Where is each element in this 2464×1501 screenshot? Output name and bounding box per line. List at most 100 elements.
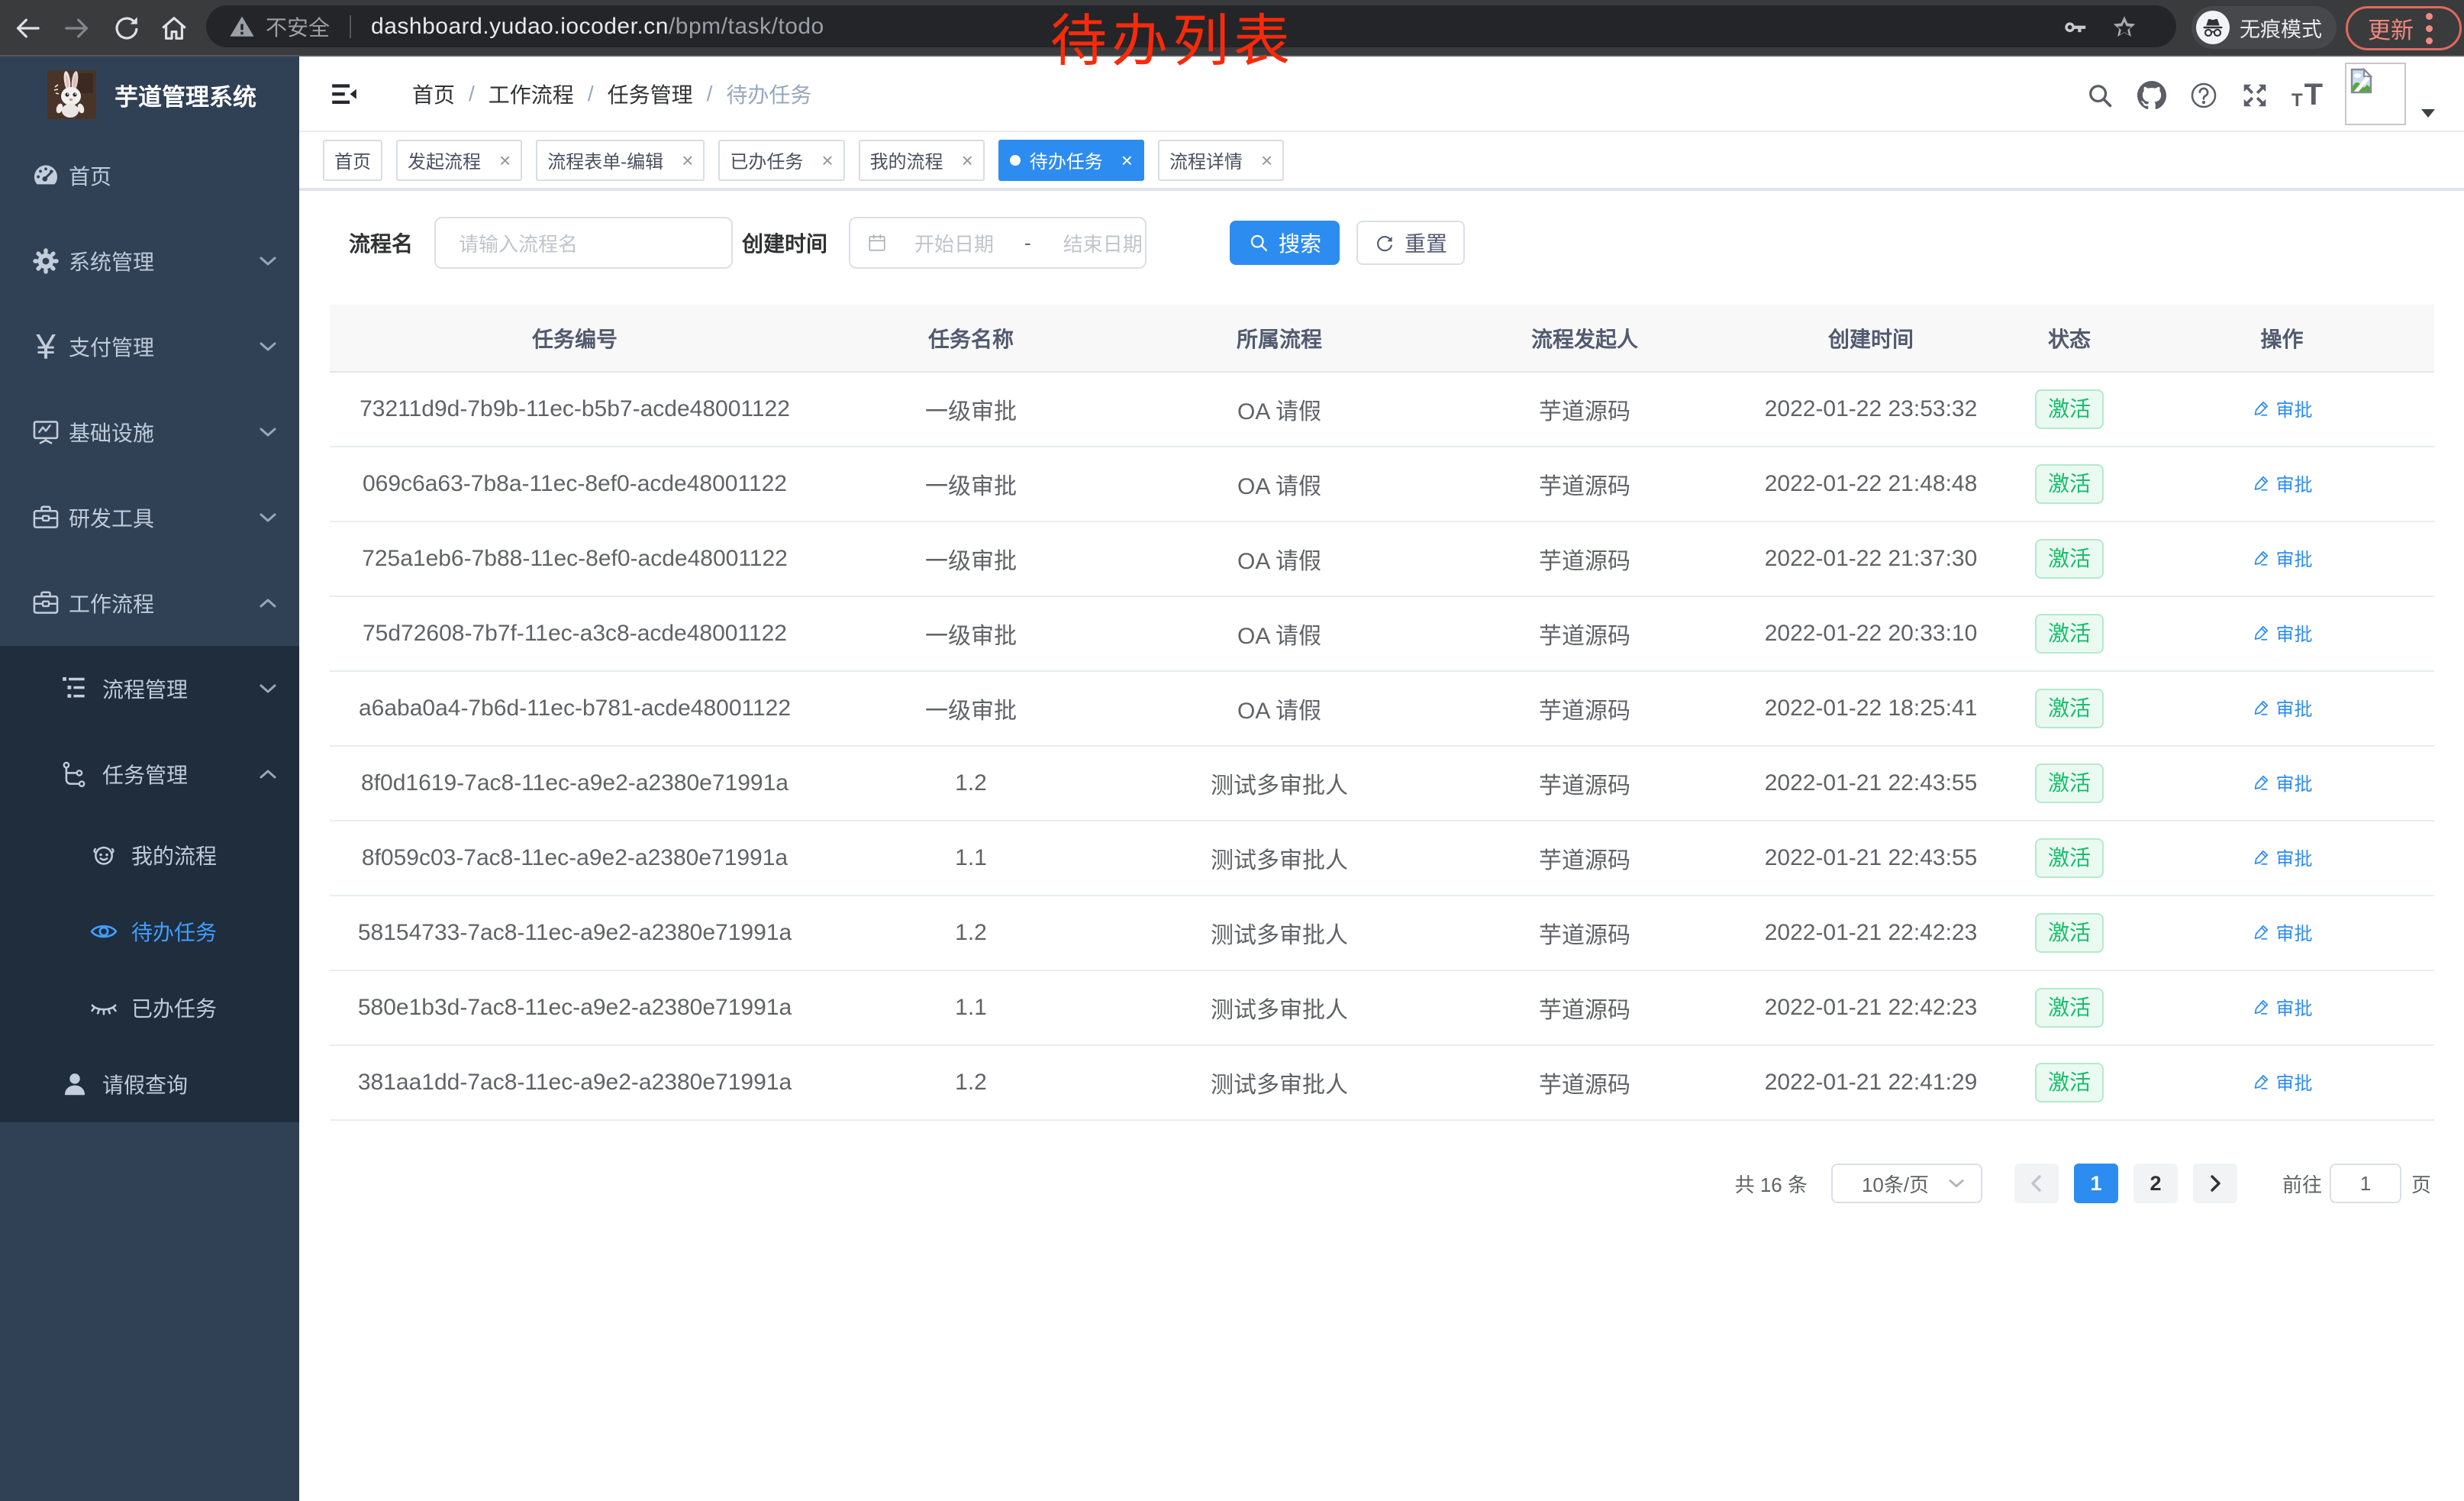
approve-link[interactable]: 审批 bbox=[2252, 619, 2313, 646]
url-text[interactable]: dashboard.yudao.iocoder.cn/bpm/task/todo bbox=[371, 14, 824, 40]
incognito-avatar bbox=[2196, 11, 2230, 44]
approve-edit-icon bbox=[2252, 998, 2270, 1016]
sidebar-item-workflow[interactable]: 工作流程 bbox=[0, 560, 299, 646]
incognito-label: 无痕模式 bbox=[2240, 13, 2322, 43]
cell-starter: 芋道源码 bbox=[1437, 821, 1733, 896]
header-fullscreen-button[interactable] bbox=[2240, 81, 2269, 110]
tab-home[interactable]: 首页 bbox=[323, 140, 382, 181]
bookmark-button[interactable] bbox=[2111, 13, 2138, 40]
cell-action: 审批 bbox=[2130, 372, 2434, 447]
kebab-dot bbox=[2426, 37, 2433, 44]
breadcrumb-separator: / bbox=[469, 82, 475, 106]
active-tag-dot bbox=[1010, 155, 1021, 166]
page-button-1[interactable]: 1 bbox=[2074, 1164, 2118, 1203]
security-label[interactable]: 不安全 bbox=[266, 11, 330, 42]
logo-rabbit-image bbox=[47, 70, 96, 119]
submenu-arrow-up-icon bbox=[258, 764, 278, 784]
sidebar-item-devtools[interactable]: 研发工具 bbox=[0, 475, 299, 560]
tab-my-process[interactable]: 我的流程× bbox=[859, 140, 985, 181]
header-help-button[interactable] bbox=[2189, 81, 2218, 110]
approve-link[interactable]: 审批 bbox=[2252, 918, 2313, 945]
reset-button[interactable]: 重置 bbox=[1356, 221, 1465, 265]
update-label[interactable]: 更新 bbox=[2368, 11, 2414, 45]
cell-task-id: 73211d9d-7b9b-11ec-b5b7-acde48001122 bbox=[330, 372, 820, 447]
column-header: 操作 bbox=[2130, 305, 2434, 372]
browser-toolbar: 不安全 dashboard.yudao.iocoder.cn/bpm/task/… bbox=[0, 0, 2464, 56]
not-secure-warning-icon bbox=[229, 14, 255, 40]
user-menu-caret-icon[interactable] bbox=[2421, 109, 2435, 118]
browser-update-menu[interactable]: 更新 bbox=[2346, 6, 2462, 50]
tag-close-icon[interactable]: × bbox=[682, 150, 693, 170]
home-icon bbox=[29, 159, 63, 192]
approve-link[interactable]: 审批 bbox=[2252, 1068, 2313, 1095]
header-github-button[interactable] bbox=[2137, 81, 2166, 110]
header-search-button[interactable] bbox=[2085, 81, 2114, 110]
infrastructure-icon bbox=[31, 418, 60, 447]
status-badge: 激活 bbox=[2035, 913, 2104, 953]
url-host: dashboard.yudao.iocoder.cn bbox=[371, 14, 669, 39]
status-badge: 激活 bbox=[2035, 838, 2104, 878]
table-row: 069c6a63-7b8a-11ec-8ef0-acde48001122 一级审… bbox=[330, 447, 2434, 521]
tag-close-icon[interactable]: × bbox=[1121, 150, 1133, 170]
search-button-label: 搜索 bbox=[1279, 228, 1321, 258]
page-button-2[interactable]: 2 bbox=[2133, 1164, 2178, 1203]
password-key-icon[interactable] bbox=[2062, 14, 2088, 40]
tag-close-icon[interactable]: × bbox=[1261, 150, 1272, 170]
process-name-input[interactable]: 请输入流程名 bbox=[434, 217, 733, 269]
approve-link[interactable]: 审批 bbox=[2252, 694, 2313, 721]
sidebar-toggle-button[interactable] bbox=[330, 79, 359, 108]
goto-label: 前往 bbox=[2282, 1170, 2322, 1198]
font-size-big-t: T bbox=[2304, 79, 2323, 110]
kebab-menu-icon[interactable] bbox=[2426, 13, 2433, 44]
date-range-picker[interactable]: 开始日期 - 结束日期 bbox=[849, 217, 1147, 269]
tab-start-process[interactable]: 发起流程× bbox=[396, 140, 522, 181]
sidebar-item-infra[interactable]: 基础设施 bbox=[0, 389, 299, 475]
browser-back-button[interactable] bbox=[10, 11, 45, 46]
browser-reload-button[interactable] bbox=[109, 11, 144, 46]
tab-process-form-edit[interactable]: 流程表单-编辑× bbox=[536, 140, 705, 181]
approve-link[interactable]: 审批 bbox=[2252, 470, 2313, 496]
tag-close-icon[interactable]: × bbox=[962, 150, 973, 170]
sidebar-logo[interactable]: 芋道管理系统 bbox=[0, 56, 299, 133]
approve-link[interactable]: 审批 bbox=[2252, 993, 2313, 1020]
approve-link[interactable]: 审批 bbox=[2252, 395, 2313, 421]
sidebar-item-todo-task[interactable]: 待办任务 bbox=[0, 893, 299, 970]
submenu-arrow-down-icon bbox=[258, 251, 278, 271]
cell-create-time: 2022-01-21 22:41:29 bbox=[1733, 1045, 2009, 1120]
sidebar-item-payment[interactable]: ¥支付管理 bbox=[0, 304, 299, 389]
goto-page-input[interactable]: 1 bbox=[2330, 1164, 2401, 1203]
breadcrumb-item[interactable]: 首页 bbox=[412, 79, 455, 109]
sidebar-item-process-mgmt[interactable]: 流程管理 bbox=[0, 646, 299, 731]
browser-home-button[interactable] bbox=[156, 11, 192, 46]
breadcrumb-item[interactable]: 任务管理 bbox=[608, 79, 693, 109]
search-button[interactable]: 搜索 bbox=[1230, 221, 1340, 265]
approve-link[interactable]: 审批 bbox=[2252, 544, 2313, 571]
tab-todo-task[interactable]: 待办任务× bbox=[998, 140, 1144, 181]
sidebar-item-home[interactable]: 首页 bbox=[0, 133, 299, 218]
back-icon bbox=[12, 13, 43, 44]
tag-close-icon[interactable]: × bbox=[821, 150, 833, 170]
tag-close-icon[interactable]: × bbox=[499, 150, 511, 170]
status-badge: 激活 bbox=[2035, 464, 2104, 504]
sidebar-item-my-process[interactable]: 我的流程 bbox=[0, 817, 299, 893]
next-page-button[interactable] bbox=[2193, 1164, 2237, 1203]
sidebar-item-task-mgmt[interactable]: 任务管理 bbox=[0, 731, 299, 817]
approve-link[interactable]: 审批 bbox=[2252, 844, 2313, 870]
browser-forward-button[interactable] bbox=[60, 11, 95, 46]
page-size-select[interactable]: 10条/页 bbox=[1831, 1164, 1982, 1203]
user-avatar[interactable] bbox=[2345, 63, 2406, 125]
sidebar-item-leave-query[interactable]: 请假查询 bbox=[0, 1046, 299, 1122]
status-badge: 激活 bbox=[2035, 689, 2104, 728]
not-secure-icon[interactable] bbox=[229, 14, 255, 40]
sidebar-item-done-task[interactable]: 已办任务 bbox=[0, 970, 299, 1046]
tab-process-detail[interactable]: 流程详情× bbox=[1158, 140, 1284, 181]
header-font-size-button[interactable]: TT bbox=[2291, 79, 2336, 108]
cell-create-time: 2022-01-21 22:43:55 bbox=[1733, 821, 2009, 896]
prev-page-button[interactable] bbox=[2014, 1164, 2059, 1203]
tab-done-task[interactable]: 已办任务× bbox=[718, 140, 844, 181]
cell-status: 激活 bbox=[2009, 746, 2130, 821]
sidebar-item-system[interactable]: 系统管理 bbox=[0, 218, 299, 304]
breadcrumb-item[interactable]: 工作流程 bbox=[489, 79, 574, 109]
approve-link[interactable]: 审批 bbox=[2252, 769, 2313, 796]
infra-icon bbox=[29, 415, 63, 449]
